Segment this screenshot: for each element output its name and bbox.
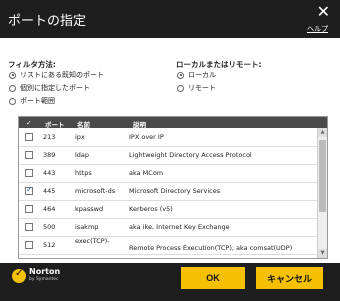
- filter-option-label: 個別に指定したポート: [20, 84, 90, 92]
- table-scrollbar[interactable]: ▲ ▼: [317, 128, 327, 258]
- brand-name: Norton: [29, 267, 61, 276]
- row-description: Remote Process Execution(TCP), aka comsa…: [129, 244, 293, 252]
- row-description: aka ike, Internet Key Exchange: [129, 223, 230, 231]
- norton-check-icon: [12, 268, 26, 283]
- header-name[interactable]: 名前: [77, 119, 90, 129]
- row-description: Microsoft Directory Services: [129, 187, 221, 195]
- table-row[interactable]: 445 microsoft-ds Microsoft Directory Ser…: [19, 183, 318, 201]
- row-checkbox[interactable]: [25, 185, 33, 195]
- row-port: 500: [43, 223, 56, 231]
- row-name: https: [75, 169, 92, 177]
- table-header: ✓ ポート 名前 説明: [19, 117, 327, 129]
- ports-table: ✓ ポート 名前 説明 213 ipx IPX over IP 389 ldap…: [18, 116, 328, 259]
- row-name: exec(TCP)-: [75, 237, 110, 245]
- norton-logo: Norton by Symantec: [12, 268, 60, 283]
- ok-button[interactable]: OK: [181, 267, 245, 289]
- dialog-title: ポートの指定: [8, 14, 87, 29]
- row-name: ldap: [75, 151, 90, 159]
- row-port: 213: [43, 133, 56, 141]
- header-description[interactable]: 説明: [133, 119, 146, 129]
- dialog-content: フィルタ方法: リストにある既知のポート 個別に指定したポート ポート範囲 ロー…: [0, 38, 340, 263]
- row-name: kpasswd: [75, 205, 104, 213]
- table-row[interactable]: 464 kpasswd Kerberos (v5): [19, 201, 318, 219]
- row-description: aka MCom: [129, 169, 164, 177]
- scroll-up-arrow-icon[interactable]: ▲: [318, 128, 327, 137]
- row-checkbox[interactable]: [25, 133, 33, 141]
- help-link[interactable]: ヘルプ: [307, 24, 328, 34]
- filter-method-title: フィルタ方法:: [8, 60, 56, 69]
- close-icon[interactable]: ✕: [317, 2, 330, 21]
- row-description: IPX over IP: [129, 133, 164, 141]
- scroll-down-arrow-icon[interactable]: ▼: [318, 249, 327, 258]
- radio-known-ports[interactable]: [9, 71, 16, 79]
- cancel-button[interactable]: キャンセル: [256, 267, 323, 289]
- location-option-label: ローカル: [188, 71, 216, 79]
- scroll-thumb[interactable]: [319, 140, 326, 212]
- filter-option-label: ポート範囲: [20, 97, 55, 105]
- filter-option-specific-ports[interactable]: 個別に指定したポート: [9, 83, 90, 93]
- filter-option-label: リストにある既知のポート: [20, 71, 104, 79]
- row-checkbox[interactable]: [25, 151, 33, 159]
- row-description: Kerberos (v5): [129, 205, 173, 213]
- header-port[interactable]: ポート: [45, 119, 65, 129]
- row-checkbox[interactable]: [25, 223, 33, 231]
- radio-specific-ports[interactable]: [9, 84, 16, 92]
- brand-sub: by Symantec: [29, 277, 59, 282]
- row-name: isakmp: [75, 223, 99, 231]
- local-remote-title: ローカルまたはリモート:: [176, 60, 262, 69]
- table-row[interactable]: 213 ipx IPX over IP: [19, 129, 318, 147]
- row-description: Lightweight Directory Access Protocol: [129, 151, 252, 159]
- row-port: 512: [43, 241, 56, 249]
- radio-local[interactable]: [177, 71, 184, 79]
- row-checkbox[interactable]: [25, 169, 33, 177]
- radio-remote[interactable]: [177, 84, 184, 92]
- port-spec-dialog: ポートの指定 ✕ ヘルプ フィルタ方法: リストにある既知のポート 個別に指定し…: [0, 0, 340, 301]
- table-row[interactable]: 389 ldap Lightweight Directory Access Pr…: [19, 147, 318, 165]
- row-name: microsoft-ds: [75, 187, 116, 195]
- row-name: ipx: [75, 133, 85, 141]
- radio-port-range[interactable]: [9, 97, 16, 105]
- table-row[interactable]: 500 isakmp aka ike, Internet Key Exchang…: [19, 219, 318, 237]
- filter-option-port-range[interactable]: ポート範囲: [9, 96, 55, 106]
- table-row[interactable]: 512 exec(TCP)- Remote Process Execution(…: [19, 237, 318, 255]
- location-option-remote[interactable]: リモート: [177, 83, 216, 93]
- table-row[interactable]: 443 https aka MCom: [19, 165, 318, 183]
- row-port: 464: [43, 205, 56, 213]
- row-port: 389: [43, 151, 56, 159]
- row-checkbox[interactable]: [25, 205, 33, 213]
- header-check[interactable]: ✓: [26, 119, 31, 127]
- location-option-local[interactable]: ローカル: [177, 70, 216, 80]
- location-option-label: リモート: [188, 84, 216, 92]
- row-port: 445: [43, 187, 56, 195]
- row-checkbox[interactable]: [25, 241, 33, 249]
- filter-option-known-ports[interactable]: リストにある既知のポート: [9, 70, 104, 80]
- row-port: 443: [43, 169, 56, 177]
